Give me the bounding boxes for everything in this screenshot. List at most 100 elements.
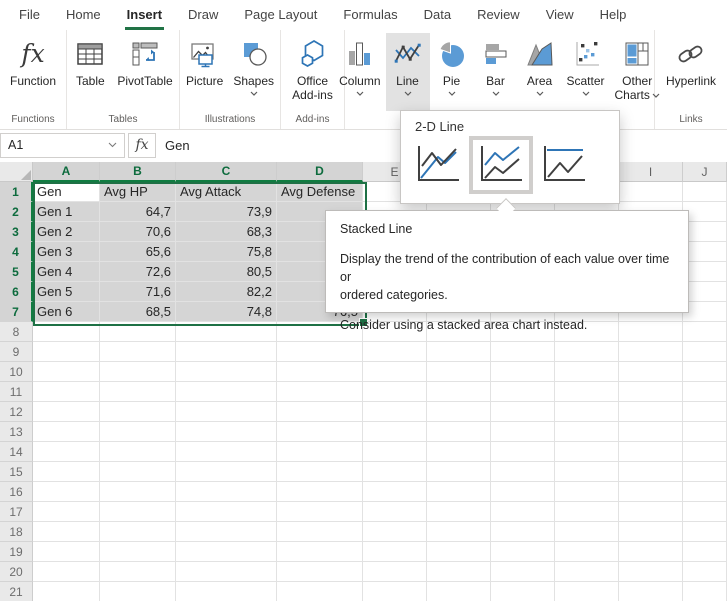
cell-B9[interactable] xyxy=(100,342,176,362)
cell-F19[interactable] xyxy=(427,542,491,562)
line-chart-button[interactable]: Line xyxy=(386,33,430,111)
insert-function-button[interactable]: fx xyxy=(128,133,156,158)
row-header-5[interactable]: 5 xyxy=(0,262,33,282)
cell-A9[interactable] xyxy=(33,342,100,362)
row-header-3[interactable]: 3 xyxy=(0,222,33,242)
cell-B7[interactable]: 68,5 xyxy=(100,302,176,322)
cell-I17[interactable] xyxy=(619,502,683,522)
hyperlink-button[interactable]: Hyperlink xyxy=(661,33,721,111)
cell-G21[interactable] xyxy=(491,582,555,601)
cell-J18[interactable] xyxy=(683,522,727,542)
cell-H9[interactable] xyxy=(555,342,619,362)
row-header-13[interactable]: 13 xyxy=(0,422,33,442)
column-chart-button[interactable]: Column xyxy=(334,33,385,111)
bar-chart-button[interactable]: Bar xyxy=(474,33,518,111)
cell-C17[interactable] xyxy=(176,502,277,522)
cell-D12[interactable] xyxy=(277,402,363,422)
row-header-11[interactable]: 11 xyxy=(0,382,33,402)
cell-B1[interactable]: Avg HP xyxy=(100,182,176,202)
cell-G16[interactable] xyxy=(491,482,555,502)
cell-C1[interactable]: Avg Attack xyxy=(176,182,277,202)
cell-A10[interactable] xyxy=(33,362,100,382)
cell-D17[interactable] xyxy=(277,502,363,522)
cell-B21[interactable] xyxy=(100,582,176,601)
pie-chart-button[interactable]: Pie xyxy=(430,33,474,111)
row-header-16[interactable]: 16 xyxy=(0,482,33,502)
cell-E9[interactable] xyxy=(363,342,427,362)
tab-formulas[interactable]: Formulas xyxy=(330,0,410,30)
cell-C11[interactable] xyxy=(176,382,277,402)
row-header-1[interactable]: 1 xyxy=(0,182,33,202)
column-header-A[interactable]: A xyxy=(33,162,100,182)
cell-G12[interactable] xyxy=(491,402,555,422)
cell-H21[interactable] xyxy=(555,582,619,601)
cell-I10[interactable] xyxy=(619,362,683,382)
cell-E15[interactable] xyxy=(363,462,427,482)
cell-C4[interactable]: 75,8 xyxy=(176,242,277,262)
cell-B11[interactable] xyxy=(100,382,176,402)
column-header-C[interactable]: C xyxy=(176,162,277,182)
row-header-7[interactable]: 7 xyxy=(0,302,33,322)
tab-file[interactable]: File xyxy=(6,0,53,30)
cell-A13[interactable] xyxy=(33,422,100,442)
stacked-line-option[interactable] xyxy=(473,140,529,190)
row-header-12[interactable]: 12 xyxy=(0,402,33,422)
tab-review[interactable]: Review xyxy=(464,0,533,30)
tab-view[interactable]: View xyxy=(533,0,587,30)
cell-F11[interactable] xyxy=(427,382,491,402)
cell-J3[interactable] xyxy=(683,222,727,242)
cell-G18[interactable] xyxy=(491,522,555,542)
row-header-10[interactable]: 10 xyxy=(0,362,33,382)
cell-D1[interactable]: Avg Defense xyxy=(277,182,363,202)
cell-D19[interactable] xyxy=(277,542,363,562)
pivottable-button[interactable]: PivotTable xyxy=(112,33,177,111)
cell-C9[interactable] xyxy=(176,342,277,362)
cell-I18[interactable] xyxy=(619,522,683,542)
cell-F12[interactable] xyxy=(427,402,491,422)
cell-J2[interactable] xyxy=(683,202,727,222)
cell-C10[interactable] xyxy=(176,362,277,382)
table-button[interactable]: Table xyxy=(68,33,112,111)
cell-G13[interactable] xyxy=(491,422,555,442)
column-header-I[interactable]: I xyxy=(619,162,683,182)
cell-C12[interactable] xyxy=(176,402,277,422)
cell-H13[interactable] xyxy=(555,422,619,442)
cell-D20[interactable] xyxy=(277,562,363,582)
cell-D9[interactable] xyxy=(277,342,363,362)
cell-F18[interactable] xyxy=(427,522,491,542)
row-header-15[interactable]: 15 xyxy=(0,462,33,482)
row-header-9[interactable]: 9 xyxy=(0,342,33,362)
cell-J11[interactable] xyxy=(683,382,727,402)
cell-E10[interactable] xyxy=(363,362,427,382)
stacked-100-line-option[interactable] xyxy=(536,140,592,190)
cell-A21[interactable] xyxy=(33,582,100,601)
cell-C7[interactable]: 74,8 xyxy=(176,302,277,322)
row-header-20[interactable]: 20 xyxy=(0,562,33,582)
row-header-4[interactable]: 4 xyxy=(0,242,33,262)
cell-C8[interactable] xyxy=(176,322,277,342)
cell-J9[interactable] xyxy=(683,342,727,362)
cell-E11[interactable] xyxy=(363,382,427,402)
cell-I21[interactable] xyxy=(619,582,683,601)
cell-E17[interactable] xyxy=(363,502,427,522)
picture-button[interactable]: Picture xyxy=(181,33,228,111)
cell-F10[interactable] xyxy=(427,362,491,382)
cell-A8[interactable] xyxy=(33,322,100,342)
cell-C20[interactable] xyxy=(176,562,277,582)
cell-J13[interactable] xyxy=(683,422,727,442)
cell-C21[interactable] xyxy=(176,582,277,601)
cell-I19[interactable] xyxy=(619,542,683,562)
cell-B2[interactable]: 64,7 xyxy=(100,202,176,222)
cell-C6[interactable]: 82,2 xyxy=(176,282,277,302)
cell-A5[interactable]: Gen 4 xyxy=(33,262,100,282)
cell-H11[interactable] xyxy=(555,382,619,402)
cell-E18[interactable] xyxy=(363,522,427,542)
cell-B18[interactable] xyxy=(100,522,176,542)
row-header-2[interactable]: 2 xyxy=(0,202,33,222)
cell-F9[interactable] xyxy=(427,342,491,362)
cell-E13[interactable] xyxy=(363,422,427,442)
cell-A15[interactable] xyxy=(33,462,100,482)
cell-C19[interactable] xyxy=(176,542,277,562)
cell-F21[interactable] xyxy=(427,582,491,601)
cell-A2[interactable]: Gen 1 xyxy=(33,202,100,222)
